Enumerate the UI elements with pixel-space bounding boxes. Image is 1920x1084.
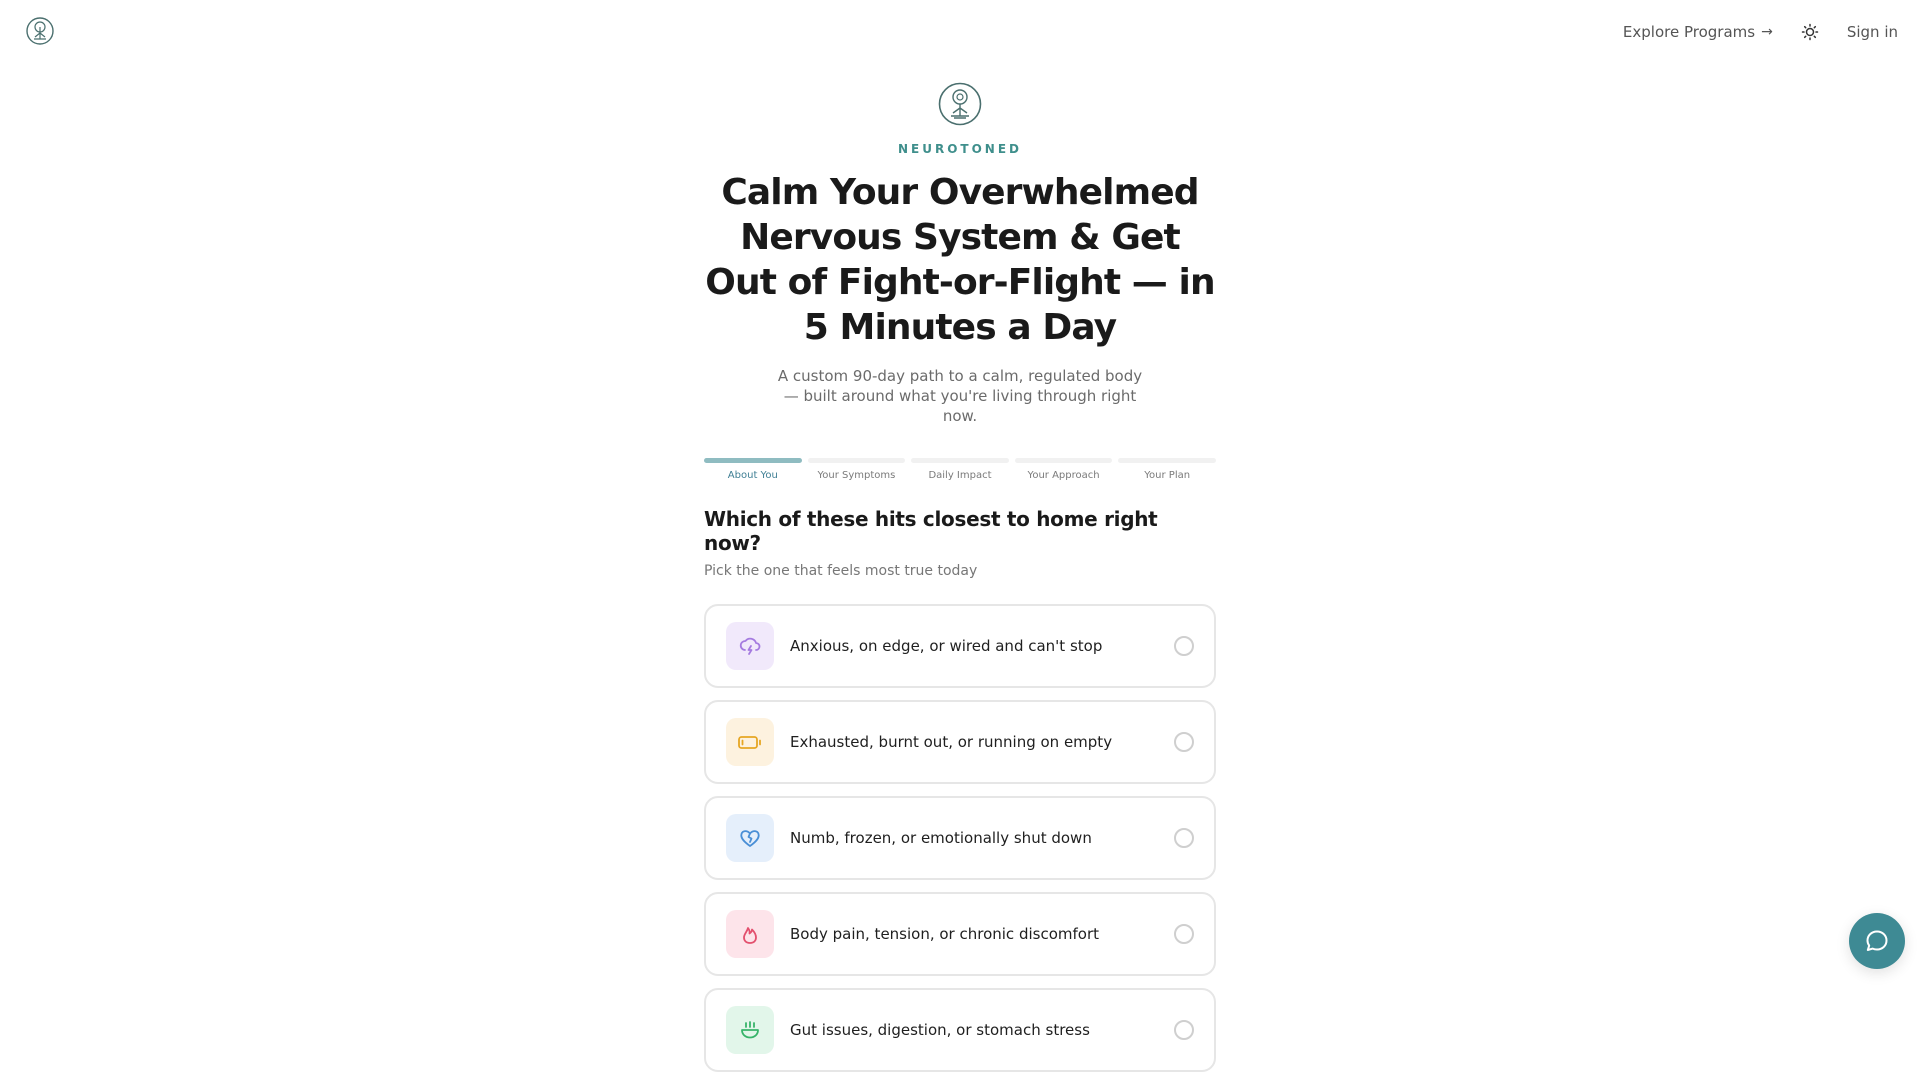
radio-button[interactable] xyxy=(1174,1020,1194,1040)
option-label: Body pain, tension, or chronic discomfor… xyxy=(790,925,1099,943)
step-your-symptoms: Your Symptoms xyxy=(807,458,906,481)
option-numb[interactable]: Numb, frozen, or emotionally shut down xyxy=(704,796,1216,880)
radio-button[interactable] xyxy=(1174,732,1194,752)
step-daily-impact: Daily Impact xyxy=(911,458,1009,481)
step-your-approach: Your Approach xyxy=(1014,458,1113,481)
step-label: Your Approach xyxy=(1027,470,1100,481)
question-title: Which of these hits closest to home righ… xyxy=(704,507,1158,555)
step-label: Daily Impact xyxy=(928,470,992,481)
page-subtitle: A custom 90-day path to a calm, regulate… xyxy=(777,367,1143,425)
step-bar xyxy=(704,458,802,463)
option-label: Gut issues, digestion, or stomach stress xyxy=(790,1021,1090,1039)
explore-programs-link[interactable]: Explore Programs → xyxy=(1623,23,1773,41)
tree-of-life-logo-icon xyxy=(938,82,982,126)
low-battery-icon xyxy=(726,718,774,766)
step-bar xyxy=(1118,458,1216,463)
bowl-icon xyxy=(726,1006,774,1054)
tree-of-life-logo-icon[interactable] xyxy=(26,17,54,45)
sign-in-link[interactable]: Sign in xyxy=(1847,23,1898,41)
option-body-pain[interactable]: Body pain, tension, or chronic discomfor… xyxy=(704,892,1216,976)
progress-steps: About You Your Symptoms Daily Impact You… xyxy=(704,458,1216,481)
broken-heart-icon xyxy=(726,814,774,862)
option-gut[interactable]: Gut issues, digestion, or stomach stress xyxy=(704,988,1216,1072)
chat-bubble-icon xyxy=(1866,930,1888,951)
radio-button[interactable] xyxy=(1174,636,1194,656)
option-label: Exhausted, burnt out, or running on empt… xyxy=(790,733,1113,751)
explore-programs-label: Explore Programs xyxy=(1622,23,1756,41)
answer-options: Anxious, on edge, or wired and can't sto… xyxy=(704,604,1216,1072)
step-bar xyxy=(807,458,906,463)
radio-button[interactable] xyxy=(1174,924,1194,944)
step-bar xyxy=(1014,458,1113,463)
option-exhausted[interactable]: Exhausted, burnt out, or running on empt… xyxy=(704,700,1216,784)
radio-button[interactable] xyxy=(1174,828,1194,848)
step-bar xyxy=(911,458,1009,463)
option-label: Numb, frozen, or emotionally shut down xyxy=(790,829,1092,847)
top-navigation: Explore Programs → Sign in xyxy=(0,0,1920,64)
option-anxious[interactable]: Anxious, on edge, or wired and can't sto… xyxy=(704,604,1216,688)
flame-icon xyxy=(726,910,774,958)
sun-icon[interactable] xyxy=(1801,23,1819,41)
quiz-container: NEUROTONED Calm Your Overwhelmed Nervous… xyxy=(704,82,1216,1084)
page-title: Calm Your Overwhelmed Nervous System & G… xyxy=(705,172,1215,348)
storm-cloud-icon xyxy=(726,622,774,670)
arrow-right-icon: → xyxy=(1761,24,1773,40)
option-label: Anxious, on edge, or wired and can't sto… xyxy=(790,637,1103,655)
step-label: Your Plan xyxy=(1144,470,1191,481)
chat-button[interactable] xyxy=(1849,913,1905,969)
step-label: About You xyxy=(727,470,778,481)
question-subtitle: Pick the one that feels most true today xyxy=(704,563,978,579)
header-actions: Explore Programs → Sign in xyxy=(1623,18,1898,46)
step-about-you: About You xyxy=(704,458,802,481)
step-your-plan: Your Plan xyxy=(1118,458,1216,481)
step-label: Your Symptoms xyxy=(817,470,896,481)
brand-name: NEUROTONED xyxy=(897,142,1022,156)
